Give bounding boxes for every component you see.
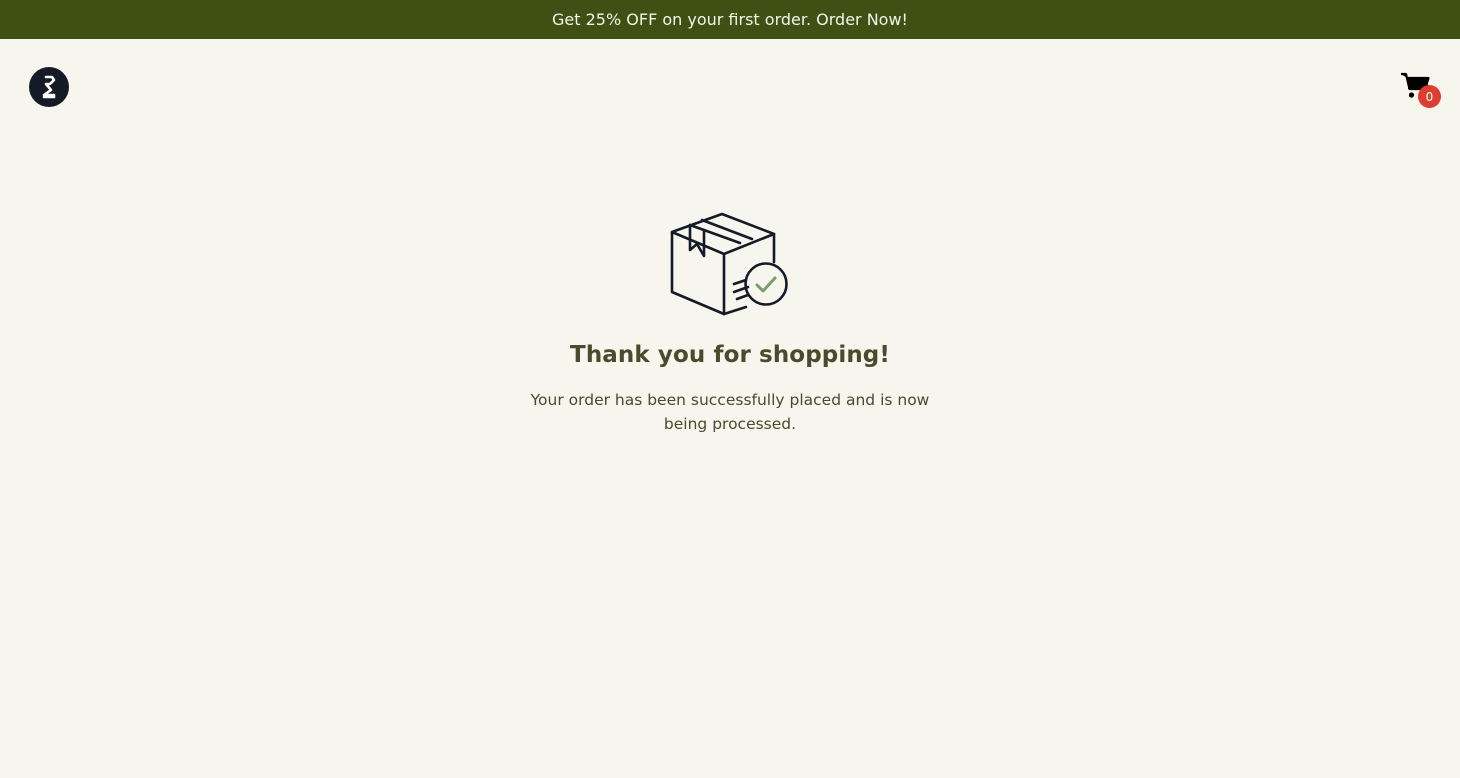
promo-banner[interactable]: Get 25% OFF on your first order. Order N…: [0, 0, 1460, 39]
package-check-icon: [670, 212, 788, 316]
cart-button[interactable]: 0: [1400, 71, 1442, 111]
cart-count-badge: 0: [1418, 85, 1441, 108]
confirmation-title: Thank you for shopping!: [570, 342, 890, 368]
confirmation-message: Your order has been successfully placed …: [530, 391, 930, 433]
site-header: 0: [0, 39, 1460, 135]
promo-text[interactable]: Get 25% OFF on your first order. Order N…: [552, 10, 908, 29]
order-confirmation: Thank you for shopping! Your order has b…: [0, 210, 1460, 436]
brand-logo-icon: [42, 75, 56, 99]
brand-logo[interactable]: [29, 67, 69, 107]
